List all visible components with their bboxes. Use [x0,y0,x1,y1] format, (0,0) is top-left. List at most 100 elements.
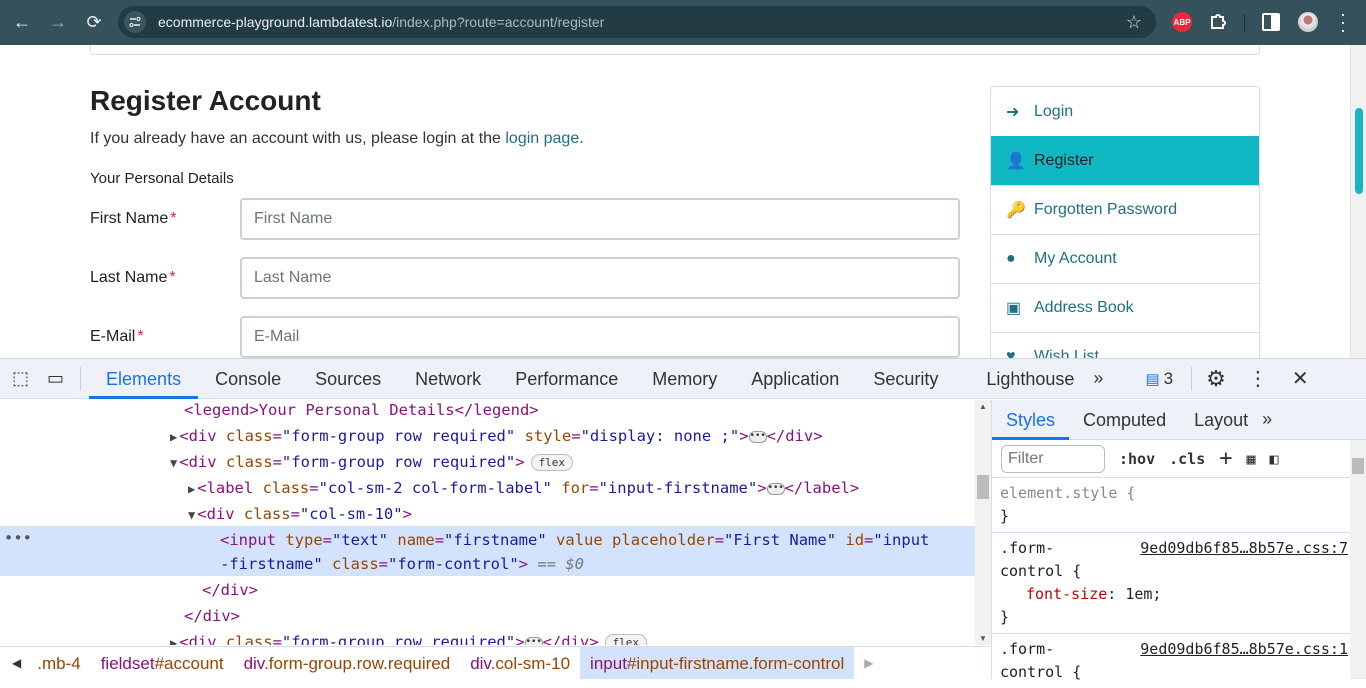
paint-brush-icon[interactable]: ▦ [1247,450,1256,468]
side-panel-icon[interactable] [1262,13,1280,31]
tab-network[interactable]: Network [398,359,498,399]
login-page-link[interactable]: login page [505,130,579,147]
back-button[interactable]: ← [4,4,40,40]
account-menu-wish-list[interactable]: ♥ Wish List [991,332,1259,358]
stylesheet-link[interactable]: 9ed09db6f85…8b57e.css:7 [1140,537,1348,560]
new-rule-plus-icon[interactable]: + [1219,446,1232,471]
dom-attr-value: "form-group row required" [281,633,516,645]
address-book-icon: ▣ [1006,300,1022,317]
bookmark-star-icon[interactable]: ☆ [1126,12,1142,33]
hover-state-toggle[interactable]: :hov [1119,450,1155,468]
tab-console[interactable]: Console [198,359,298,399]
collapsed-ellipsis[interactable]: ••• [748,430,767,443]
tab-memory[interactable]: Memory [635,359,734,399]
page-scrollbar-thumb[interactable] [1355,108,1363,194]
crumb-text: .mb-4 [37,653,81,673]
collapsed-ellipsis[interactable]: ••• [766,482,785,495]
styles-filter-input[interactable] [1001,444,1105,473]
tab-lighthouse[interactable]: Lighthouse [969,359,1091,399]
account-menu-my-account[interactable]: ● My Account [991,234,1259,283]
crumbs-scroll-left-icon[interactable]: ◀ [0,656,33,670]
expand-triangle-icon[interactable]: ▶ [170,430,177,444]
scroll-down-icon[interactable]: ▼ [979,634,987,643]
expand-triangle-icon[interactable]: ▶ [170,636,177,645]
more-tabs-icon[interactable]: » [1093,368,1103,389]
site-info-icon[interactable] [124,11,146,33]
lastname-input[interactable] [240,257,960,299]
devtools-menu-icon[interactable]: ⋮ [1248,366,1268,391]
dom-attr-value: "First Name" [724,531,837,549]
styles-scrollbar[interactable] [1350,440,1366,679]
flex-badge[interactable]: flex [530,454,574,471]
tab-performance[interactable]: Performance [498,359,635,399]
forward-button[interactable]: → [40,4,76,40]
tab-application[interactable]: Application [734,359,856,399]
dom-node-firstname-group[interactable]: ▼ <div class="form-group row required"> fl… [170,450,574,474]
profile-avatar[interactable] [1298,12,1318,32]
collapse-triangle-icon[interactable]: ▼ [188,508,195,522]
dom-node-input-selected[interactable]: <input type="text" name="firstname" valu… [220,528,929,552]
device-toolbar-icon[interactable]: ▭ [47,368,64,389]
url-text[interactable]: ecommerce-playground.lambdatest.io/index… [158,14,604,30]
firstname-input[interactable] [240,198,960,240]
account-menu-register[interactable]: 👤 Register [991,136,1259,185]
intro-period: . [579,130,584,147]
toggle-sidebar-icon[interactable]: ◧ [1270,450,1279,468]
account-menu-address-book[interactable]: ▣ Address Book [991,283,1259,332]
crumbs-scroll-right-icon[interactable]: ▶ [854,656,883,670]
account-menu-login[interactable]: ➜ Login [991,87,1259,136]
crumb-form-group[interactable]: div.form-group.row.required [234,647,461,679]
crumb-form[interactable]: .mb-4 [33,647,90,679]
email-input[interactable] [240,316,960,358]
issues-icon[interactable]: ▤ [1145,370,1159,388]
tab-computed[interactable]: Computed [1069,400,1180,440]
stylesheet-link[interactable]: 9ed09db6f85…8b57e.css:1 [1140,638,1348,661]
crumb-tag: input [590,653,627,673]
more-tabs-icon[interactable]: » [1262,409,1272,430]
browser-menu-icon[interactable]: · · · [1336,5,1350,39]
expand-triangle-icon[interactable]: ▶ [188,482,195,496]
crumb-col-sm-10[interactable]: div.col-sm-10 [460,647,580,679]
issues-count[interactable]: 3 [1164,369,1173,389]
css-declaration[interactable]: font-size: 1em; [1000,583,1358,606]
dom-node-label[interactable]: ▶ <label class="col-sm-2 col-form-label" … [188,476,859,500]
flex-badge[interactable]: flex [604,634,648,645]
dom-attr-name: style [524,427,572,445]
class-toggle[interactable]: .cls [1169,450,1205,468]
tab-elements[interactable]: Elements [89,359,199,399]
tab-styles[interactable]: Styles [992,400,1070,440]
dom-node-next-group[interactable]: ▶ <div class="form-group row required">••… [170,630,648,645]
rule-selector: control { [1000,562,1082,580]
dom-node-close-div[interactable]: </div> [184,604,240,628]
form-control-rule[interactable]: 9ed09db6f85…8b57e.css:7 .form- control {… [992,533,1366,634]
adblock-plus-icon[interactable]: ABP [1172,12,1192,32]
tab-security[interactable]: Security [856,359,955,399]
close-devtools-icon[interactable]: ✕ [1292,366,1309,391]
extensions-puzzle-icon[interactable] [1208,12,1228,32]
dom-attr-value: -firstname" [220,555,323,573]
element-style-rule[interactable]: element.style { } [992,478,1366,533]
dom-node-hidden-group[interactable]: ▶ <div class="form-group row required" st… [170,424,823,448]
account-menu-forgotten-password[interactable]: 🔑 Forgotten Password [991,185,1259,234]
crumb-input[interactable]: input#input-firstname.form-control [580,647,855,679]
scroll-up-icon[interactable]: ▲ [979,402,987,411]
dom-node-input-cont[interactable]: -firstname" class="form-control"> == $0 [220,552,584,576]
styles-scrollbar-thumb[interactable] [1352,458,1364,474]
tab-sources[interactable]: Sources [298,359,398,399]
inspect-element-icon[interactable]: ⬚ [12,368,29,389]
collapse-triangle-icon[interactable]: ▼ [170,456,177,470]
dom-node-col-sm-10[interactable]: ▼ <div class="col-sm-10"> [188,502,412,526]
form-control-rule-2[interactable]: 9ed09db6f85…8b57e.css:1 .form- control { [992,634,1366,688]
page-scrollbar[interactable] [1350,45,1366,358]
dom-node-legend[interactable]: <legend>Your Personal Details</legend> [184,400,539,422]
dom-node-close-div[interactable]: </div> [202,578,258,602]
dom-scrollbar-thumb[interactable] [977,475,989,499]
tab-layout[interactable]: Layout [1180,400,1262,440]
reload-button[interactable]: ⟳ [76,4,112,40]
address-bar[interactable]: ecommerce-playground.lambdatest.io/index… [118,6,1156,38]
node-actions-ellipsis[interactable]: ••• [4,526,32,550]
crumb-fieldset[interactable]: fieldset#account [91,647,234,679]
collapsed-ellipsis[interactable]: ••• [524,636,543,645]
dom-scrollbar[interactable]: ▲ ▼ [975,400,991,645]
settings-gear-icon[interactable]: ⚙ [1206,366,1226,392]
